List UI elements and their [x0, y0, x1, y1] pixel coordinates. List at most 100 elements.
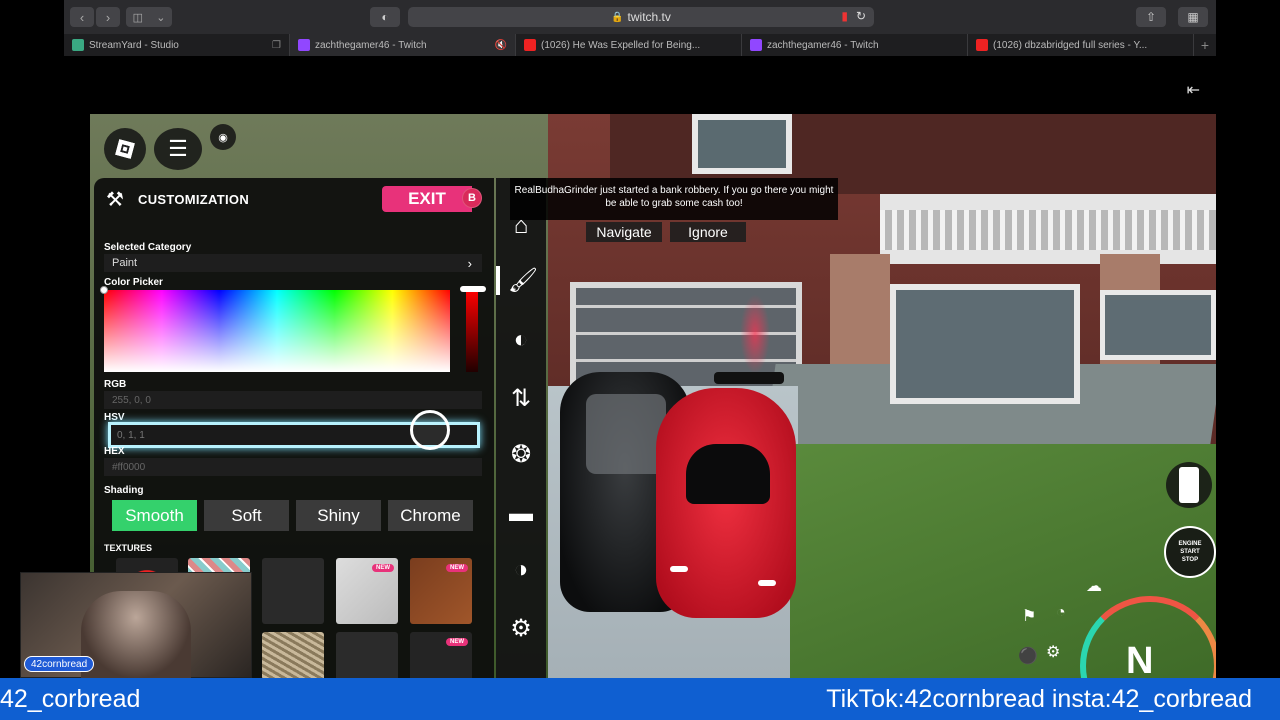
tab-twitch-2[interactable]: zachthegamer46 - Twitch [742, 34, 968, 56]
exit-button[interactable]: EXIT [382, 186, 472, 212]
balcony-railing [880, 210, 1216, 250]
car-repair-icon[interactable]: ⚙ [496, 614, 546, 643]
gear-indicator: N [1126, 640, 1154, 678]
hex-input[interactable]: #ff0000 [104, 458, 482, 476]
youtube-icon [524, 39, 536, 51]
tuning-sliders-icon[interactable]: ⇅ [496, 384, 546, 413]
collapse-arrow-icon[interactable]: ⇤ [1187, 80, 1200, 100]
house-window [890, 284, 1080, 404]
texture-tile[interactable]: NEW [336, 558, 398, 624]
hex-label: HEX [104, 446, 125, 457]
tab-overview-button[interactable]: ▦ [1178, 7, 1208, 27]
exit-key-badge: B [462, 188, 482, 208]
shading-options: Smooth Soft Shiny Chrome [112, 500, 473, 531]
forward-button[interactable]: › [96, 7, 120, 27]
chevron-down-icon: ⌄ [156, 11, 166, 24]
reload-icon[interactable]: ↻ [856, 9, 866, 23]
picker-handle[interactable] [100, 286, 108, 294]
weather-icon[interactable]: ☁ [1086, 576, 1102, 596]
ticker-text-right: TikTok:42cornbread insta:42_corbread [826, 685, 1252, 713]
texture-tile[interactable] [336, 632, 398, 678]
color-gradient-picker[interactable] [104, 290, 450, 372]
shading-label-text: Shiny [317, 505, 360, 525]
color-picker-label: Color Picker [104, 277, 163, 288]
navigate-label: Navigate [596, 224, 652, 240]
wheel-icon[interactable]: ❂ [496, 440, 546, 469]
engine-label: START [1180, 549, 1200, 555]
shield-icon: ◐ [381, 10, 389, 24]
paint-brush-icon[interactable]: 🖌 [496, 266, 546, 295]
sidebar-toggle-button[interactable]: ◫ ⌄ [126, 7, 172, 27]
lights-toggle-icon[interactable]: ⚫ [1018, 646, 1038, 666]
new-badge: NEW [446, 638, 468, 646]
menu-icon: ☰ [168, 136, 188, 161]
webcam-name-tag: 42cornbread [24, 656, 95, 672]
notification-message: RealBudhaGrinder just started a bank rob… [514, 185, 834, 209]
new-tab-button[interactable]: + [1194, 34, 1216, 56]
tab-title: (1026) He Was Expelled for Being... [541, 39, 701, 51]
shading-smooth-button[interactable]: Smooth [112, 500, 197, 531]
speedometer-icon[interactable]: ◐ [496, 326, 546, 354]
selected-category-label: Selected Category [104, 242, 192, 253]
new-badge: NEW [372, 564, 394, 572]
stream-ticker-bar: 42_corbread TikTok:42cornbread insta:42_… [0, 678, 1280, 720]
share-icon: ⇧ [1145, 10, 1157, 24]
garage-light [740, 294, 770, 374]
panel-header: ⚒ CUSTOMIZATION EXIT B [94, 178, 494, 220]
navigate-button[interactable]: Navigate [586, 222, 662, 242]
gauge-icon[interactable]: ◔ [1056, 604, 1066, 622]
headlight [670, 566, 688, 572]
brightness-slider-knob[interactable] [460, 286, 486, 292]
hex-value: #ff0000 [112, 461, 146, 473]
nitro-icon[interactable]: ⚙ [1046, 642, 1060, 662]
touch-cursor [410, 410, 450, 450]
shading-soft-button[interactable]: Soft [204, 500, 289, 531]
game-viewport[interactable]: ☰ ◉ ⚒ CUSTOMIZATION EXIT B Selected Cate… [90, 114, 1216, 678]
phone-button[interactable] [1166, 462, 1212, 508]
roblox-logo-button[interactable] [104, 128, 146, 170]
headlight-icon[interactable]: ◑ [496, 556, 546, 584]
texture-tile[interactable]: NEW [410, 632, 472, 678]
twitch-icon [750, 39, 762, 51]
lock-icon: 🔒 [611, 11, 624, 23]
back-button[interactable]: ‹ [70, 7, 94, 27]
tab-window-icon: ❐ [272, 39, 281, 51]
shading-shiny-button[interactable]: Shiny [296, 500, 381, 531]
tab-youtube-1[interactable]: (1026) He Was Expelled for Being... [516, 34, 742, 56]
extension-icon[interactable]: ▮ [841, 9, 848, 23]
texture-tile[interactable] [262, 632, 324, 678]
texture-tile[interactable] [262, 558, 324, 624]
privacy-shield-button[interactable]: ◐ [370, 7, 400, 27]
share-button[interactable]: ⇧ [1136, 7, 1166, 27]
texture-tile[interactable]: NEW [410, 558, 472, 624]
eye-toggle-button[interactable]: ◉ [210, 124, 236, 150]
address-bar[interactable]: 🔒 twitch.tv ▮ ↻ [408, 7, 874, 27]
tab-streamyard[interactable]: StreamYard - Studio ❐ [64, 34, 290, 56]
headlight [758, 580, 776, 586]
shading-label: Shading [104, 485, 144, 496]
muted-audio-icon[interactable]: 🔇 [495, 40, 507, 51]
shading-label-text: Smooth [125, 505, 184, 525]
engine-start-stop-button[interactable]: ENGINE START STOP [1164, 526, 1216, 578]
race-flag-icon[interactable]: ⚑ [1022, 606, 1036, 626]
tab-twitch-active[interactable]: zachthegamer46 - Twitch 🔇 [290, 34, 516, 56]
exit-label: EXIT [408, 189, 446, 208]
roblox-icon [115, 139, 135, 159]
new-badge: NEW [446, 564, 468, 572]
ignore-button[interactable]: Ignore [670, 222, 746, 242]
house-window [1100, 290, 1216, 360]
brightness-slider[interactable] [466, 290, 478, 372]
nav-buttons: ‹ › [70, 7, 120, 27]
tab-title: zachthegamer46 - Twitch [767, 39, 879, 51]
category-selector[interactable]: Paint › [104, 254, 482, 272]
wrench-icon: ⚒ [106, 189, 124, 211]
rgb-input[interactable]: 255, 0, 0 [104, 391, 482, 409]
engine-label: ENGINE [1178, 541, 1202, 547]
ticker-text-left: 42_corbread [0, 685, 141, 713]
shading-chrome-button[interactable]: Chrome [388, 500, 473, 531]
bumper-icon[interactable]: ▬ [496, 500, 546, 528]
twitch-icon [298, 39, 310, 51]
hamburger-menu-button[interactable]: ☰ [154, 128, 202, 170]
tab-youtube-2[interactable]: (1026) dbzabridged full series - Y... [968, 34, 1194, 56]
house-window [692, 114, 792, 174]
